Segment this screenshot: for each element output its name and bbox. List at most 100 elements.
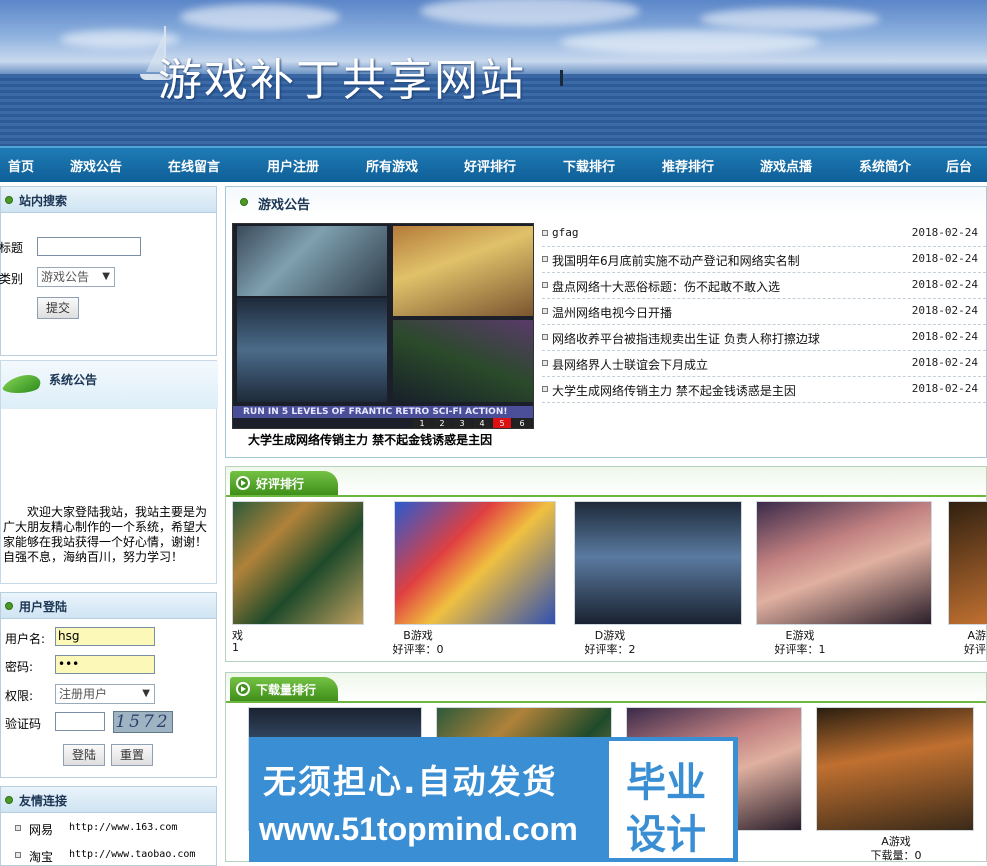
news-row[interactable]: 网络收养平台被指违规卖出生证 负责人称打擦边球 2018-02-24 — [542, 325, 986, 351]
nav-admin[interactable]: 后台 — [946, 156, 972, 175]
bullet-icon — [5, 602, 13, 610]
site-title: 游戏补丁共享网站 — [158, 55, 526, 106]
captcha-image[interactable]: 1572 — [113, 711, 173, 733]
slideshow-caption[interactable]: 大学生成网络传销主力 禁不起金钱诱惑是主因 — [248, 431, 492, 448]
game-rating: 好评率：1 — [774, 643, 826, 656]
rating-tab: 好评排行 — [230, 471, 338, 495]
bullet-icon — [542, 334, 548, 340]
nav-home[interactable]: 首页 — [8, 156, 34, 175]
announcement-heading: 系统公告 — [49, 373, 98, 387]
captcha-label: 验证码 — [5, 717, 42, 731]
search-title-input[interactable] — [37, 237, 141, 256]
password-input[interactable]: ••• — [55, 655, 155, 674]
news-title[interactable]: 我国明年6月底前实施不动产登记和网络实名制 — [552, 252, 800, 269]
game-rating: 好评率：2 — [584, 643, 636, 656]
captcha-input[interactable] — [55, 712, 105, 731]
nav-guestbook[interactable]: 在线留言 — [168, 156, 220, 175]
login-button[interactable]: 登陆 — [63, 744, 105, 766]
news-title[interactable]: gfag — [552, 226, 579, 239]
news-title[interactable]: 温州网络电视今日开播 — [552, 304, 672, 321]
nav-all-games[interactable]: 所有游戏 — [366, 156, 418, 175]
category-select[interactable]: 游戏公告 ▼ — [37, 267, 115, 287]
watermark-overlay: 无须担心.自动发货 www.51topmind.com 毕业 设计 — [249, 737, 738, 862]
nav-game-news[interactable]: 游戏公告 — [70, 156, 122, 175]
nav-rating-rank[interactable]: 好评排行 — [464, 156, 516, 175]
news-row[interactable]: gfag 2018-02-24 — [542, 221, 986, 247]
news-row[interactable]: 县网络界人士联谊会下月成立 2018-02-24 — [542, 351, 986, 377]
download-heading: 下载量排行 — [256, 683, 317, 697]
bullet-icon — [542, 386, 548, 392]
login-heading: 用户登陆 — [19, 600, 68, 614]
news-title[interactable]: 盘点网络十大恶俗标题：伤不起敢不敢入选 — [552, 278, 780, 295]
buoy-icon — [560, 70, 563, 86]
leaf-icon — [0, 375, 47, 393]
bullet-icon — [542, 360, 548, 366]
watermark-box-bottom: 设计 — [626, 812, 706, 858]
news-row[interactable]: 大学生成网络传销主力 禁不起金钱诱惑是主因 2018-02-24 — [542, 377, 986, 403]
news-heading: 游戏公告 — [258, 198, 311, 213]
news-panel: 游戏公告 RUN IN 5 LEVELS OF FRANTIC RETRO SC… — [225, 186, 987, 458]
link-url[interactable]: http://www.taobao.com — [69, 849, 195, 860]
game-rating: 好评 — [964, 643, 986, 656]
game-rating: 1 — [232, 641, 239, 654]
header-banner: 游戏补丁共享网站 — [0, 0, 987, 146]
news-slideshow[interactable]: RUN IN 5 LEVELS OF FRANTIC RETRO SCI-FI … — [232, 223, 534, 429]
nav-game-demand[interactable]: 游戏点播 — [760, 156, 812, 175]
play-icon — [236, 682, 250, 696]
game-screenshot — [237, 226, 387, 296]
announcement-panel: 系统公告 欢迎大家登陆我站，我站主要是为广大朋友精心制作的一个系统，希望大家能够… — [0, 360, 218, 584]
password-label: 密码: — [5, 660, 34, 674]
link-name[interactable]: 淘宝 — [29, 848, 53, 865]
nav-download-rank[interactable]: 下载排行 — [563, 156, 615, 175]
username-input[interactable]: hsg — [55, 627, 155, 646]
link-name[interactable]: 网易 — [29, 821, 53, 838]
role-select[interactable]: 注册用户 ▼ — [55, 684, 155, 704]
slide-page-6[interactable]: 6 — [513, 418, 531, 428]
nav-about[interactable]: 系统简介 — [859, 156, 911, 175]
login-panel: 用户登陆 用户名: hsg 密码: ••• 权限: 注册用户 ▼ 验证码 157… — [0, 592, 217, 778]
game-thumbnail[interactable] — [394, 501, 556, 625]
game-rating: 好评率：0 — [392, 643, 444, 656]
nav-register[interactable]: 用户注册 — [267, 156, 319, 175]
bullet-icon — [240, 198, 248, 206]
news-title[interactable]: 网络收养平台被指违规卖出生证 负责人称打擦边球 — [552, 330, 820, 347]
news-title[interactable]: 县网络界人士联谊会下月成立 — [552, 356, 708, 373]
rating-panel: 好评排行 戏 1 B游戏 好评率：0 D游戏 好评率：2 E游戏 好评率：1 A… — [225, 466, 987, 662]
slide-page-3[interactable]: 3 — [453, 418, 471, 428]
category-label: 类别 — [0, 272, 24, 286]
game-thumbnail[interactable] — [232, 501, 364, 625]
search-submit-button[interactable]: 提交 — [37, 297, 79, 319]
news-row[interactable]: 盘点网络十大恶俗标题：伤不起敢不敢入选 2018-02-24 — [542, 273, 986, 299]
slide-page-4[interactable]: 4 — [473, 418, 491, 428]
links-heading: 友情连接 — [19, 794, 68, 808]
bullet-icon — [5, 196, 13, 204]
news-row[interactable]: 我国明年6月底前实施不动产登记和网络实名制 2018-02-24 — [542, 247, 986, 273]
news-row[interactable]: 温州网络电视今日开播 2018-02-24 — [542, 299, 986, 325]
game-thumbnail[interactable] — [816, 707, 974, 831]
links-panel: 友情连接 网易 http://www.163.com 淘宝 http://www… — [0, 786, 217, 866]
nav-recommend-rank[interactable]: 推荐排行 — [662, 156, 714, 175]
game-screenshot — [393, 226, 533, 316]
main-nav: 首页 游戏公告 在线留言 用户注册 所有游戏 好评排行 下载排行 推荐排行 游戏… — [0, 146, 987, 182]
news-date: 2018-02-24 — [911, 356, 978, 369]
bullet-icon — [542, 256, 548, 262]
slide-page-5[interactable]: 5 — [493, 418, 511, 428]
bullet-icon — [542, 282, 548, 288]
link-url[interactable]: http://www.163.com — [69, 822, 177, 833]
bullet-icon — [15, 825, 21, 831]
news-title[interactable]: 大学生成网络传销主力 禁不起金钱诱惑是主因 — [552, 382, 796, 399]
slide-page-2[interactable]: 2 — [433, 418, 451, 428]
watermark-line2: www.51topmind.com — [259, 811, 578, 847]
announcement-text: 欢迎大家登陆我站，我站主要是为广大朋友精心制作的一个系统，希望大家能够在我站获得… — [3, 505, 208, 564]
game-thumbnail[interactable] — [756, 501, 932, 625]
watermark-line1: 无须担心.自动发货 — [263, 762, 558, 801]
game-thumbnail[interactable] — [948, 501, 987, 625]
game-thumbnail[interactable] — [574, 501, 742, 625]
search-panel: 站内搜索 标题 类别 游戏公告 ▼ 提交 — [0, 186, 217, 356]
news-date: 2018-02-24 — [911, 304, 978, 317]
watermark-box: 毕业 设计 — [609, 741, 733, 858]
slide-page-1[interactable]: 1 — [413, 418, 431, 428]
bullet-icon — [15, 852, 21, 858]
news-date: 2018-02-24 — [911, 278, 978, 291]
reset-button[interactable]: 重置 — [111, 744, 153, 766]
